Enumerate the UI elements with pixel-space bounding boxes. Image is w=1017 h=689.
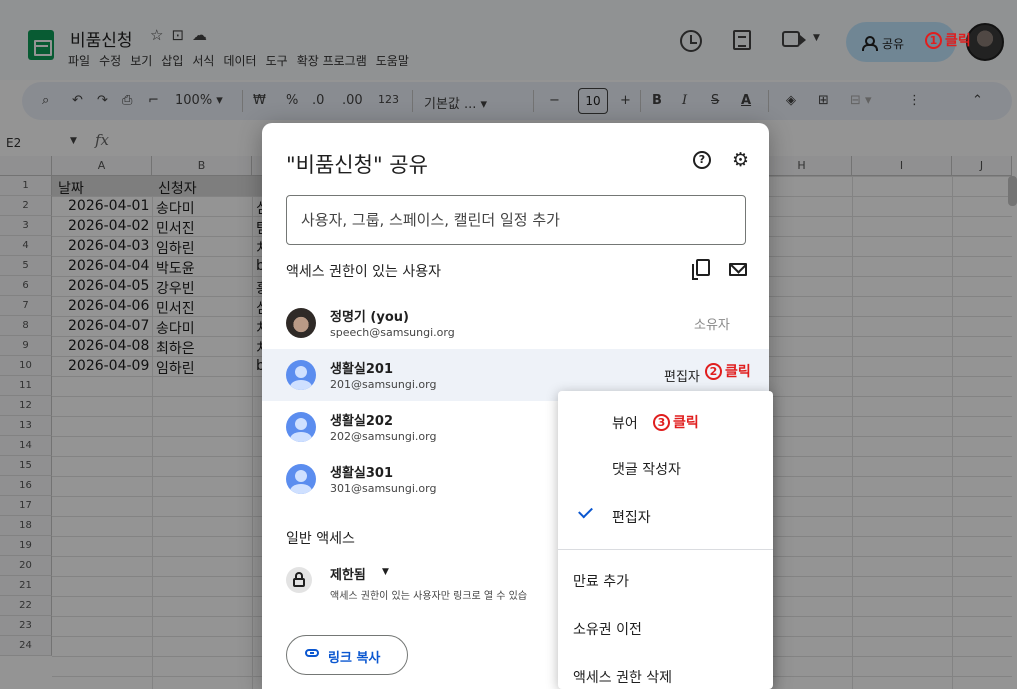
menu-item-commenter[interactable]: 댓글 작성자 bbox=[558, 445, 773, 491]
general-access-description: 액세스 권한이 있는 사용자만 링크로 열 수 있습 bbox=[330, 591, 528, 602]
user-email: 202@samsungi.org bbox=[330, 430, 437, 443]
menu-item-label: 편집자 bbox=[612, 510, 651, 526]
general-access-title: 일반 액세스 bbox=[286, 531, 355, 547]
menu-item-editor[interactable]: 편집자 bbox=[558, 493, 773, 539]
annotation-text: 클릭 bbox=[945, 33, 971, 49]
email-icon[interactable] bbox=[729, 263, 747, 276]
annotation-step-2: 2 클릭 bbox=[705, 361, 751, 381]
step-number: 2 bbox=[705, 362, 722, 380]
step-number: 3 bbox=[653, 413, 670, 431]
avatar bbox=[286, 308, 316, 338]
menu-item-add-expiration[interactable]: 만료 추가 bbox=[558, 557, 773, 603]
role-menu: 뷰어 댓글 작성자 편집자 만료 추가 소유권 이전 액세스 권한 삭제 bbox=[558, 391, 773, 689]
chevron-down-icon[interactable]: ▼ bbox=[382, 567, 389, 577]
menu-item-label: 뷰어 bbox=[612, 416, 638, 432]
general-access-dropdown[interactable]: 제한됨 bbox=[330, 564, 366, 583]
user-name: 정명기 (you) bbox=[330, 310, 409, 325]
user-email: 201@samsungi.org bbox=[330, 378, 437, 391]
step-number: 1 bbox=[925, 31, 942, 49]
avatar bbox=[286, 464, 316, 494]
role-dropdown[interactable]: 편집자 bbox=[664, 366, 700, 385]
gear-icon[interactable]: ⚙ bbox=[732, 150, 749, 170]
user-email: 301@samsungi.org bbox=[330, 482, 437, 495]
menu-item-remove-access[interactable]: 액세스 권한 삭제 bbox=[558, 653, 773, 689]
user-row-owner[interactable]: 정명기 (you) speech@samsungi.org 소유자 bbox=[262, 297, 769, 349]
menu-item-transfer-ownership[interactable]: 소유권 이전 bbox=[558, 605, 773, 651]
user-name: 생활실201 bbox=[330, 362, 394, 377]
copy-emails-icon[interactable] bbox=[692, 259, 710, 280]
lock-icon-body bbox=[293, 578, 305, 587]
menu-divider bbox=[558, 549, 773, 550]
copy-link-label: 링크 복사 bbox=[328, 651, 381, 666]
help-icon[interactable]: ? bbox=[693, 151, 711, 169]
user-name: 생활실202 bbox=[330, 414, 394, 429]
menu-item-label: 댓글 작성자 bbox=[612, 462, 681, 478]
annotation-step-3: 3 클릭 bbox=[653, 412, 699, 432]
annotation-text: 클릭 bbox=[673, 415, 699, 431]
user-role: 소유자 bbox=[694, 318, 730, 333]
access-section-title: 액세스 권한이 있는 사용자 bbox=[286, 264, 442, 280]
avatar bbox=[286, 412, 316, 442]
link-icon bbox=[305, 649, 319, 657]
avatar bbox=[286, 360, 316, 390]
user-email: speech@samsungi.org bbox=[330, 326, 455, 339]
menu-item-label: 소유권 이전 bbox=[573, 622, 642, 638]
menu-item-label: 액세스 권한 삭제 bbox=[573, 670, 673, 686]
add-people-input[interactable]: 사용자, 그룹, 스페이스, 캘린더 일정 추가 bbox=[286, 195, 746, 245]
user-name: 생활실301 bbox=[330, 466, 394, 481]
annotation-text: 클릭 bbox=[725, 364, 751, 380]
dialog-title: "비품신청" 공유 bbox=[286, 153, 428, 177]
annotation-step-1: 1 클릭 bbox=[925, 30, 971, 50]
menu-item-label: 만료 추가 bbox=[573, 574, 629, 590]
